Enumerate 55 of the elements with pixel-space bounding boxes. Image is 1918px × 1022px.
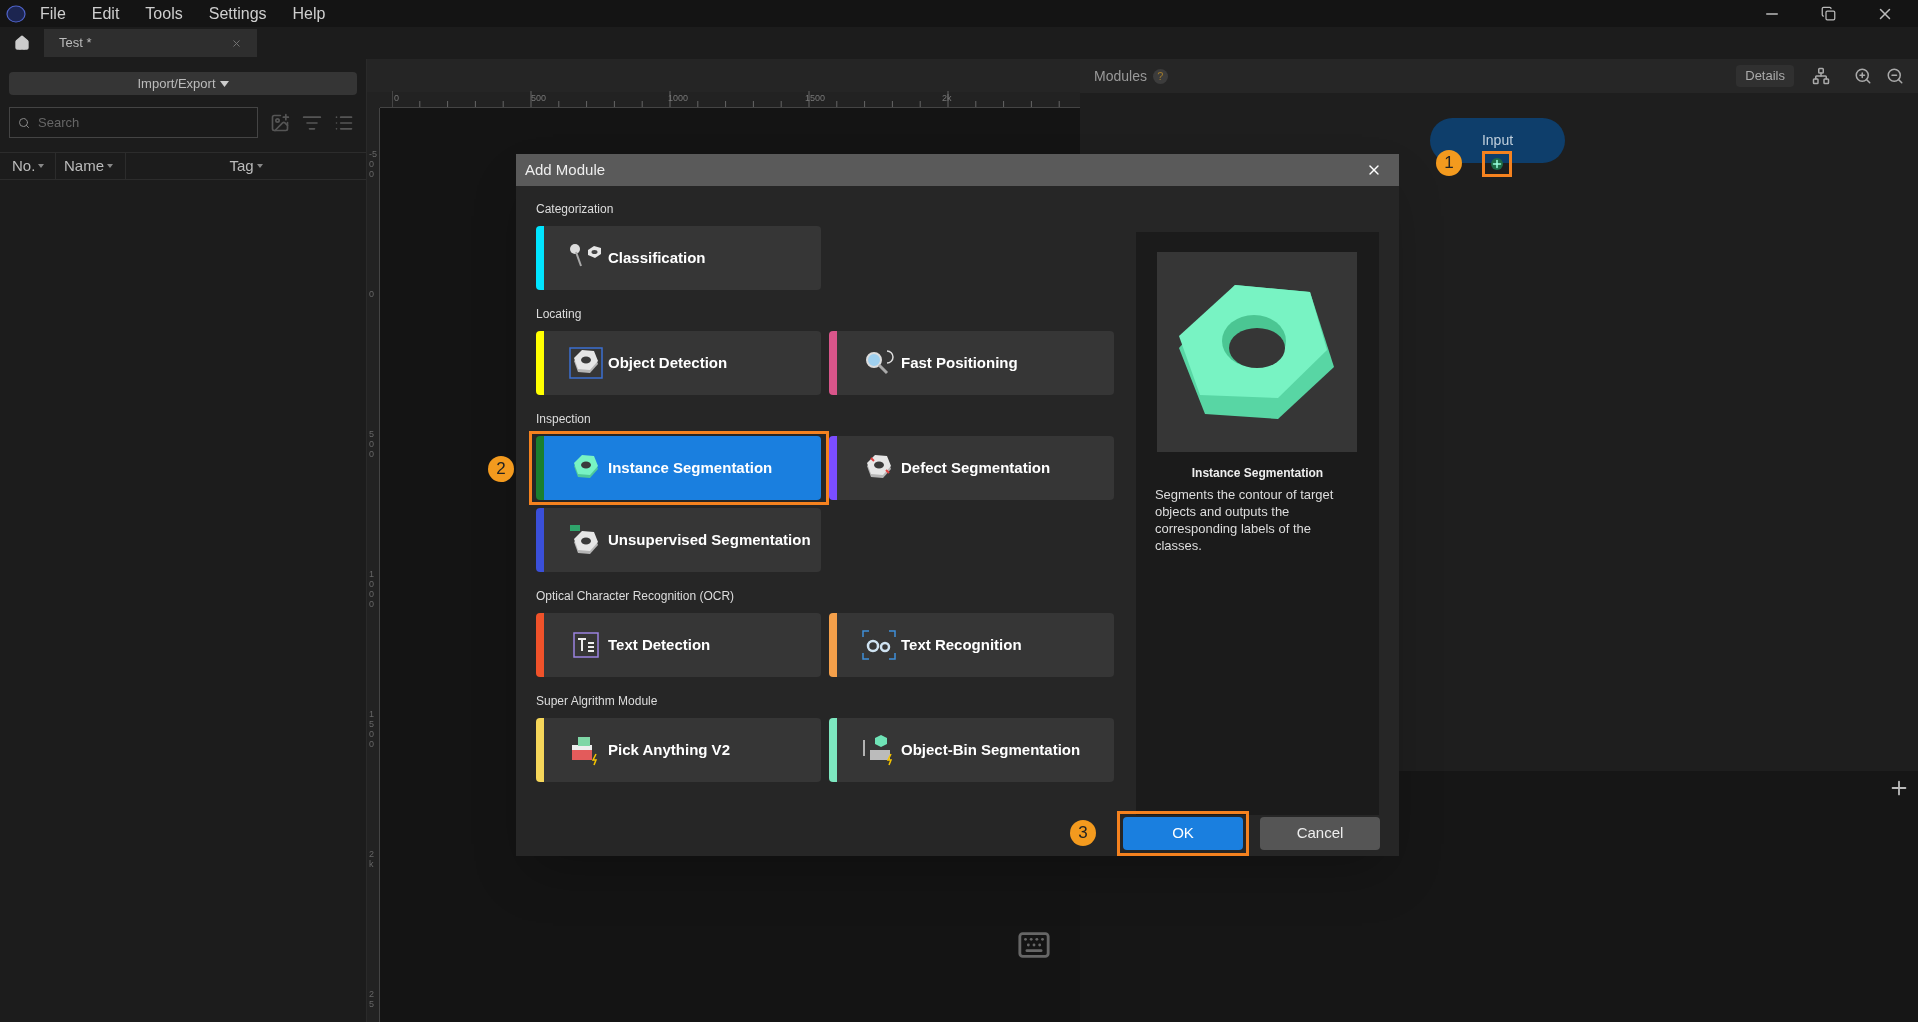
menu-item[interactable]: Settings bbox=[208, 1, 267, 26]
module-card[interactable]: Fast Positioning bbox=[829, 331, 1114, 395]
menu-item[interactable]: Tools bbox=[145, 1, 183, 26]
nut-in-frame-icon bbox=[568, 347, 604, 379]
search-icon bbox=[18, 117, 30, 129]
module-card[interactable]: Text Detection bbox=[536, 613, 821, 677]
menu-item[interactable]: Help bbox=[292, 1, 326, 26]
dialog-title: Add Module bbox=[525, 159, 606, 180]
module-card[interactable]: Pick Anything V2 bbox=[536, 718, 821, 782]
document-tab[interactable]: Test * bbox=[44, 29, 257, 57]
zoom-out-icon[interactable] bbox=[1886, 67, 1904, 85]
sort-caret-icon bbox=[38, 164, 45, 168]
panel-title: Modules bbox=[1094, 66, 1147, 86]
ruler-label: 0 bbox=[394, 92, 399, 105]
callout-marker: 1 bbox=[1436, 150, 1462, 176]
ruler-label: 25 bbox=[369, 990, 375, 1010]
module-card[interactable]: Unsupervised Segmentation bbox=[536, 508, 821, 572]
search-field[interactable]: Search bbox=[9, 107, 258, 138]
menu-item[interactable]: File bbox=[40, 1, 66, 26]
hierarchy-icon[interactable] bbox=[1812, 67, 1830, 85]
sort-caret-icon bbox=[107, 164, 113, 168]
module-card[interactable]: Instance Segmentation bbox=[536, 436, 821, 500]
module-card[interactable]: Object Detection bbox=[536, 331, 821, 395]
ruler-label: 2k bbox=[942, 92, 952, 105]
home-icon[interactable] bbox=[14, 35, 30, 51]
preview-description: Segments the contour of target objects and outputs the corresponding labels of the classes. bbox=[1154, 486, 1335, 554]
app-logo-icon bbox=[6, 4, 26, 23]
menu-item[interactable]: Edit bbox=[91, 1, 120, 26]
preview-title: Instance Segmentation bbox=[1191, 465, 1324, 482]
module-card[interactable]: Object-Bin Segmentation bbox=[829, 718, 1114, 782]
section-heading: Super Algrithm Module bbox=[536, 693, 659, 710]
cancel-button[interactable]: Cancel bbox=[1260, 817, 1380, 850]
zoom-in-icon[interactable] bbox=[1854, 67, 1872, 85]
module-card[interactable]: Defect Segmentation bbox=[829, 436, 1114, 500]
caret-icon bbox=[219, 80, 229, 87]
module-card[interactable]: Classification bbox=[536, 226, 821, 290]
section-heading: Locating bbox=[536, 306, 583, 323]
sort-caret-icon bbox=[256, 164, 263, 168]
column-header[interactable]: Tag bbox=[126, 153, 366, 179]
section-heading: Optical Character Recognition (OCR) bbox=[536, 588, 736, 605]
restore-icon[interactable] bbox=[1821, 6, 1836, 21]
ok-button[interactable]: OK bbox=[1123, 817, 1243, 850]
text-scan-icon bbox=[861, 629, 897, 661]
import-export-button[interactable]: Import/Export bbox=[9, 72, 357, 95]
module-card[interactable]: Text Recognition bbox=[829, 613, 1114, 677]
column-header[interactable]: No. bbox=[0, 153, 56, 179]
ruler-label: 2k bbox=[369, 850, 375, 870]
close-tab-icon[interactable] bbox=[231, 37, 242, 49]
column-header[interactable]: Name bbox=[56, 153, 126, 179]
section-heading: Inspection bbox=[536, 411, 592, 428]
ruler-label: 1500 bbox=[805, 92, 826, 105]
ruler-label: 500 bbox=[531, 92, 547, 105]
section-heading: Categorization bbox=[536, 201, 615, 218]
details-button[interactable]: Details bbox=[1736, 65, 1794, 87]
callout-marker: 3 bbox=[1070, 820, 1096, 846]
